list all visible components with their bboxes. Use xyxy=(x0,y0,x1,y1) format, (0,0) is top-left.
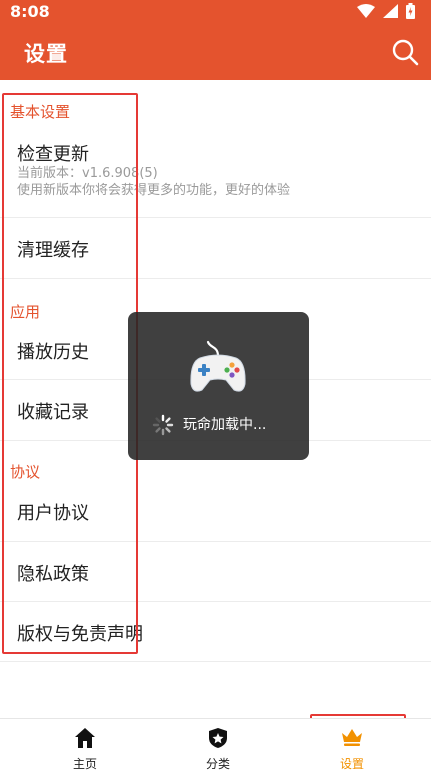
status-bar: 8:08 xyxy=(0,0,431,24)
divider xyxy=(0,661,431,662)
clear-cache-item[interactable]: 清理缓存 xyxy=(0,218,431,278)
clear-cache-label: 清理缓存 xyxy=(17,240,89,261)
loading-text: 玩命加载中... xyxy=(183,417,267,433)
battery-icon xyxy=(406,3,415,19)
copyright-item[interactable]: 版权与免责声明 xyxy=(0,602,431,661)
tab-category-label: 分类 xyxy=(205,757,230,771)
loading-toast: 玩命加载中... xyxy=(128,312,309,460)
privacy-policy-label: 隐私政策 xyxy=(17,564,89,585)
signal-icon xyxy=(383,4,398,18)
update-hint-text: 使用新版本你将会获得更多的功能，更好的体验 xyxy=(17,183,291,198)
user-agreement-item[interactable]: 用户协议 xyxy=(0,481,431,541)
history-label: 播放历史 xyxy=(17,342,89,363)
home-icon xyxy=(75,728,95,748)
page-title: 设置 xyxy=(24,42,68,66)
copyright-label: 版权与免责声明 xyxy=(17,624,143,645)
gamepad-icon xyxy=(190,340,246,392)
tab-home[interactable]: 主页 xyxy=(25,719,145,774)
current-version-text: 当前版本：v1.6.908(5) xyxy=(17,166,158,181)
tab-category[interactable]: 分类 xyxy=(158,719,278,774)
tab-settings-label: 设置 xyxy=(339,757,364,771)
section-header-app: 应用 xyxy=(10,303,41,321)
crown-icon xyxy=(342,729,362,746)
check-update-label: 检查更新 xyxy=(17,144,89,165)
status-time: 8:08 xyxy=(10,2,50,21)
user-agreement-label: 用户协议 xyxy=(17,503,89,524)
app-bar: 设置 xyxy=(0,24,431,80)
divider xyxy=(0,278,431,279)
loading-spinner-icon xyxy=(152,414,174,436)
wifi-icon xyxy=(357,4,375,18)
star-badge-icon xyxy=(209,728,227,748)
section-header-basic: 基本设置 xyxy=(10,103,71,121)
privacy-policy-item[interactable]: 隐私政策 xyxy=(0,542,431,601)
search-icon[interactable] xyxy=(391,38,419,66)
check-update-item[interactable]: 检查更新 当前版本：v1.6.908(5) 使用新版本你将会获得更多的功能，更好… xyxy=(0,124,431,217)
tab-home-label: 主页 xyxy=(72,757,97,771)
bottom-nav: 主页 分类 设置 xyxy=(0,718,431,774)
favorites-label: 收藏记录 xyxy=(17,402,89,423)
section-header-agreement: 协议 xyxy=(10,463,41,481)
tab-settings[interactable]: 设置 xyxy=(292,719,412,774)
status-icons xyxy=(357,3,415,19)
